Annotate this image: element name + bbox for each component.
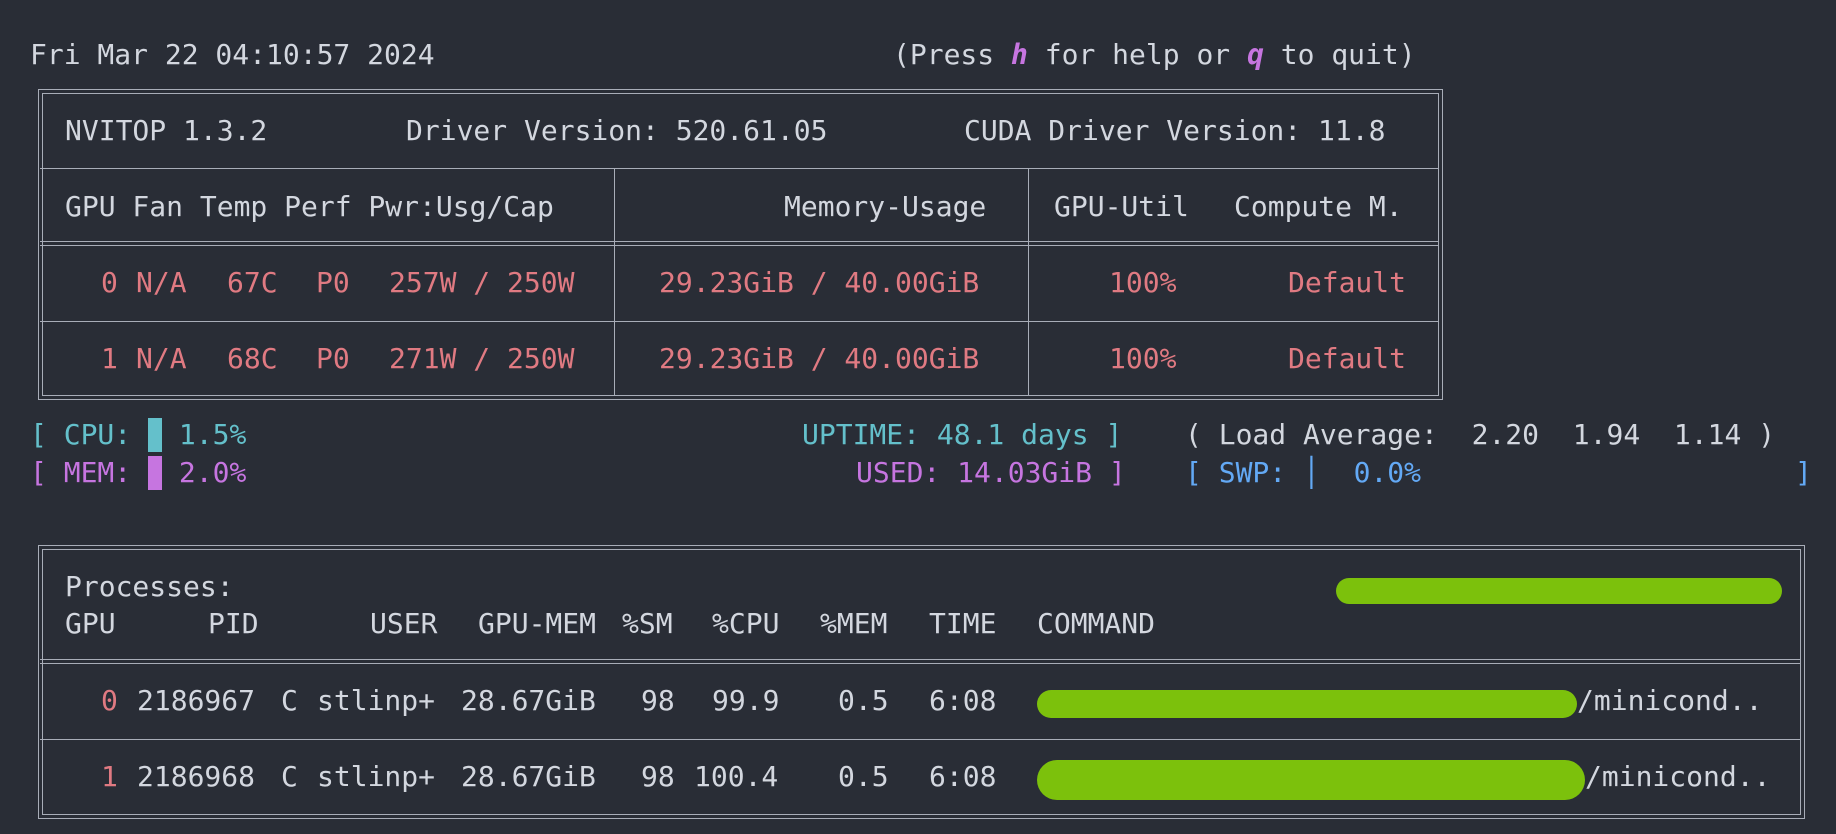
processes-title: Processes: xyxy=(65,570,234,603)
gpu-1-compute-mode: Default xyxy=(1288,342,1407,375)
cpu-open-bracket: [ xyxy=(30,418,47,451)
processes-row-divider xyxy=(40,739,1801,740)
swp-close-bracket: ] xyxy=(1795,456,1812,489)
gpu-0-memory: 29.23GiB / 40.00GiB xyxy=(659,266,980,299)
datetime: Fri Mar 22 04:10:57 2024 xyxy=(30,38,435,71)
col-mem: %MEM xyxy=(820,607,888,640)
mem-open-bracket: [ xyxy=(30,456,47,489)
proc-1-pid: 2186968 xyxy=(137,760,256,793)
device-panel-header-divider xyxy=(40,241,1439,246)
col-pid: PID xyxy=(208,607,259,640)
proc-1-type: C xyxy=(281,760,298,793)
gpu-0-power: 257W / 250W xyxy=(389,266,575,299)
help-suffix: to quit) xyxy=(1263,38,1416,71)
gpu-0-temp: 67C xyxy=(227,266,278,299)
gpu-columns-left: GPU Fan Temp Perf Pwr:Usg/Cap xyxy=(65,190,554,223)
col-command: COMMAND xyxy=(1037,607,1156,640)
swp-open-bracket: [ xyxy=(1185,456,1202,489)
load-average-label: Load Average: xyxy=(1218,418,1438,451)
gpu-1-fan: N/A xyxy=(136,342,187,375)
mem-usage-bar xyxy=(148,456,163,490)
used-memory: USED: 14.03GiB xyxy=(856,456,1093,489)
cpu-meter: [ CPU: 1.5% xyxy=(30,418,246,452)
redacted-scribble-header xyxy=(1336,578,1782,604)
compute-mode-header: Compute M. xyxy=(1234,190,1403,223)
quit-key: q xyxy=(1247,38,1264,71)
gpu-1-perf: P0 xyxy=(316,342,350,375)
memory-usage-header: Memory-Usage xyxy=(784,190,987,223)
redacted-scribble-command-1 xyxy=(1037,760,1585,800)
swp-bar-edge: │ xyxy=(1303,456,1320,489)
processes-header-divider xyxy=(40,659,1801,664)
proc-0-command: /minicond.. xyxy=(1577,684,1763,717)
load-average-line: ( Load Average: 2.20 1.94 1.14 ) xyxy=(1185,418,1775,452)
load-open-paren: ( xyxy=(1185,418,1202,451)
gpu-0-util: 100% xyxy=(1109,266,1177,299)
col-user: USER xyxy=(370,607,438,640)
gpu-0-perf: P0 xyxy=(316,266,350,299)
gpu-1-util: 100% xyxy=(1109,342,1177,375)
proc-0-cpu: 99.9 xyxy=(712,684,780,717)
uptime-close-bracket: ] xyxy=(1105,418,1123,451)
proc-1-user: stlinp+ xyxy=(317,760,436,793)
proc-0-type: C xyxy=(281,684,298,717)
gpu-1-temp: 68C xyxy=(227,342,278,375)
cpu-usage-bar xyxy=(148,418,163,452)
cuda-version: CUDA Driver Version: 11.8 xyxy=(964,114,1386,147)
app-version: NVITOP 1.3.2 xyxy=(65,114,268,147)
proc-1-gpu: 1 xyxy=(101,760,118,793)
proc-0-gpu-mem: 28.67GiB xyxy=(461,684,596,717)
proc-0-time: 6:08 xyxy=(929,684,997,717)
cpu-label: CPU: xyxy=(63,418,132,451)
device-panel-col-divider-2 xyxy=(1028,168,1029,396)
col-sm: %SM xyxy=(622,607,673,640)
proc-1-cpu: 100.4 xyxy=(694,760,779,793)
col-gpu-mem: GPU-MEM xyxy=(478,607,597,640)
gpu-util-header: GPU-Util xyxy=(1054,190,1189,223)
load-average-5: 1.94 xyxy=(1572,418,1641,451)
cpu-percent: 1.5% xyxy=(178,418,247,451)
proc-1-gpu-mem: 28.67GiB xyxy=(461,760,596,793)
swp-label: SWP: xyxy=(1218,456,1287,489)
mem-percent: 2.0% xyxy=(178,456,247,489)
proc-0-mem: 0.5 xyxy=(838,684,889,717)
gpu-0-compute-mode: Default xyxy=(1288,266,1407,299)
proc-1-sm: 98 xyxy=(641,760,675,793)
gpu-1-memory: 29.23GiB / 40.00GiB xyxy=(659,342,980,375)
device-panel-col-divider-1 xyxy=(614,168,615,396)
device-panel-row-divider xyxy=(40,321,1439,322)
col-time: TIME xyxy=(929,607,997,640)
driver-version: Driver Version: 520.61.05 xyxy=(406,114,828,147)
uptime-line: UPTIME: 48.1 days ] xyxy=(802,418,1122,452)
proc-0-user: stlinp+ xyxy=(317,684,436,717)
help-key: h xyxy=(1011,38,1028,71)
load-average-15: 1.14 xyxy=(1673,418,1742,451)
proc-0-pid: 2186967 xyxy=(137,684,256,717)
col-gpu: GPU xyxy=(65,607,116,640)
gpu-0-index: 0 xyxy=(101,266,118,299)
gpu-1-index: 1 xyxy=(101,342,118,375)
load-average-1: 2.20 xyxy=(1471,418,1540,451)
help-middle: for help or xyxy=(1027,38,1248,71)
help-hint: (Press h for help or q to quit) xyxy=(893,38,1416,72)
col-cpu: %CPU xyxy=(712,607,780,640)
swp-percent: 0.0% xyxy=(1353,456,1422,489)
proc-0-sm: 98 xyxy=(641,684,675,717)
device-panel-divider xyxy=(40,168,1439,169)
swap-meter: [ SWP: │ 0.0% xyxy=(1185,456,1421,490)
load-close-paren: ) xyxy=(1758,418,1776,451)
used-close-bracket: ] xyxy=(1108,456,1126,489)
help-prefix: (Press xyxy=(893,38,1012,71)
mem-label: MEM: xyxy=(63,456,132,489)
proc-0-gpu: 0 xyxy=(101,684,118,717)
redacted-scribble-command-0 xyxy=(1037,690,1577,718)
uptime: UPTIME: 48.1 days xyxy=(802,418,1089,451)
proc-1-mem: 0.5 xyxy=(838,760,889,793)
proc-1-command: /minicond.. xyxy=(1585,760,1771,793)
proc-1-time: 6:08 xyxy=(929,760,997,793)
gpu-0-fan: N/A xyxy=(136,266,187,299)
used-memory-line: USED: 14.03GiB ] xyxy=(856,456,1126,490)
gpu-1-power: 271W / 250W xyxy=(389,342,575,375)
mem-meter: [ MEM: 2.0% xyxy=(30,456,246,490)
